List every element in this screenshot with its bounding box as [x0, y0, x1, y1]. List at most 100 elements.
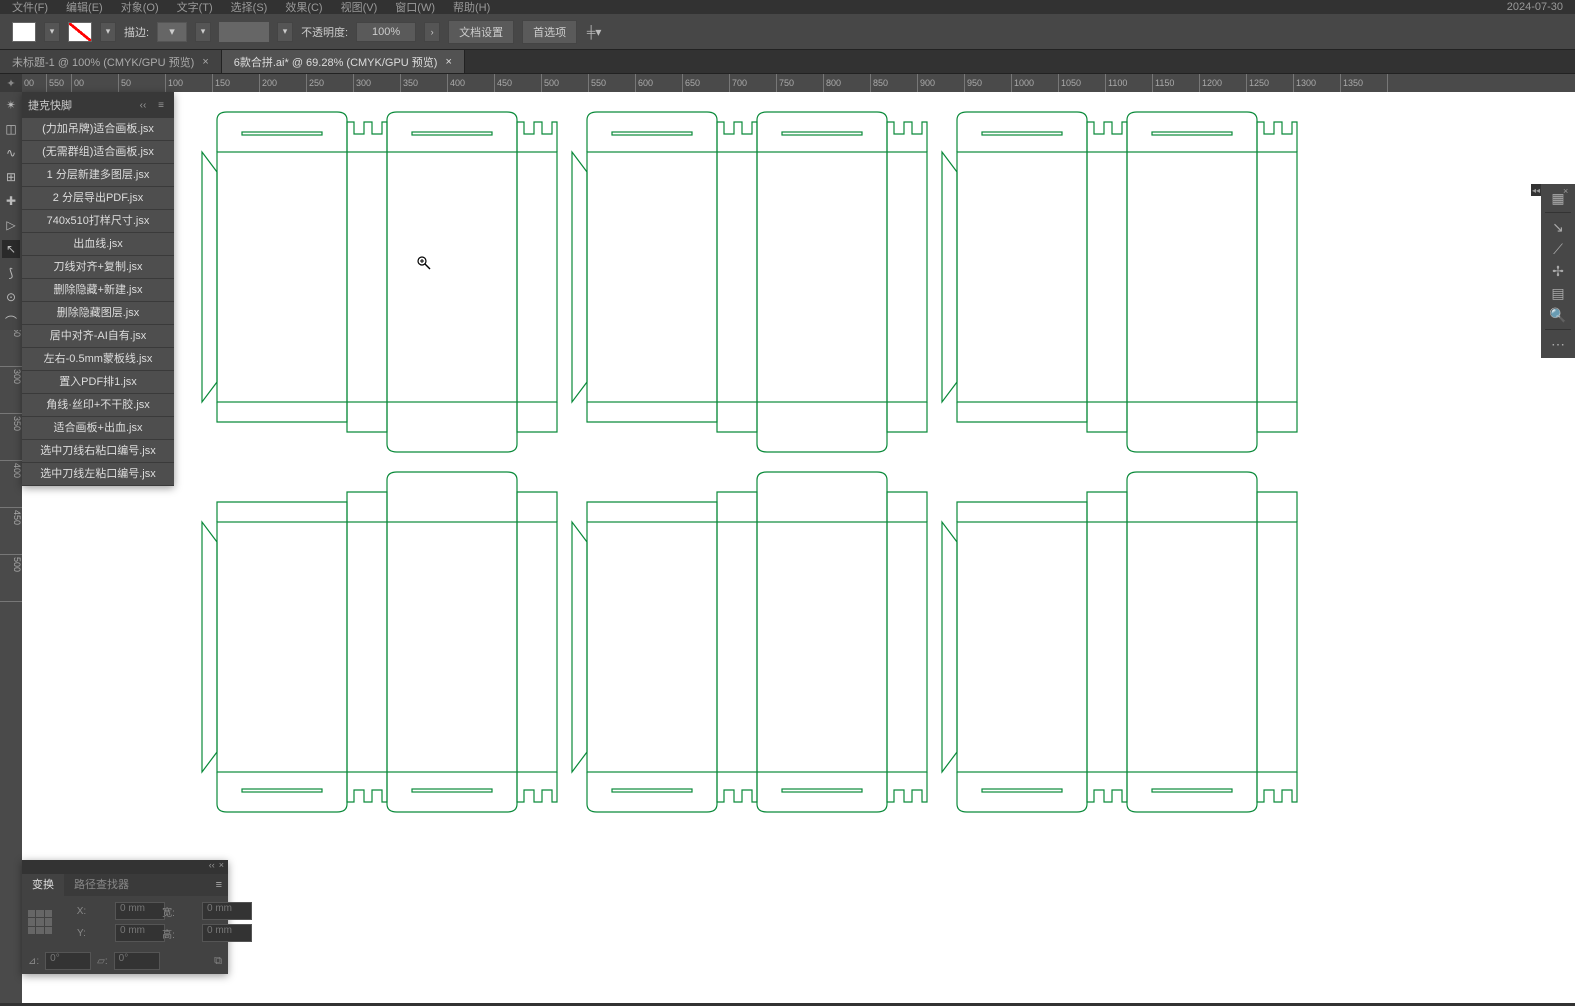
ruler-tick: 1100 — [1106, 74, 1153, 92]
ruler-tick: 1250 — [1247, 74, 1294, 92]
ruler-tick: 500 — [542, 74, 589, 92]
shear-input[interactable]: 0° — [114, 952, 160, 970]
ruler-tick: 1050 — [1059, 74, 1106, 92]
script-item[interactable]: 2 分层导出PDF.jsx — [22, 187, 174, 210]
shear-label: ▱: — [97, 956, 107, 967]
close-icon[interactable]: × — [219, 860, 224, 874]
horizontal-ruler[interactable]: 0055000501001502002503003504004505005506… — [22, 74, 1575, 92]
document-tabs: 未标题-1 @ 100% (CMYK/GPU 预览) × 6款合拼.ai* @ … — [0, 50, 1575, 74]
script-item[interactable]: 选中刀线左粘口编号.jsx — [22, 463, 174, 486]
stroke-weight[interactable]: ▾ — [157, 22, 187, 42]
menu-file[interactable]: 文件(F) — [12, 0, 48, 15]
preferences-button[interactable]: 首选项 — [522, 20, 577, 44]
opacity-value[interactable]: 100% — [356, 22, 416, 42]
reference-point[interactable] — [28, 910, 52, 934]
canvas[interactable] — [22, 92, 1575, 1003]
zoom-panel-icon[interactable]: 🔍 — [1545, 305, 1571, 325]
ruler-tick: 450 — [495, 74, 542, 92]
brush-dropdown[interactable]: ▾ — [277, 22, 293, 42]
tab-transform[interactable]: 变换 — [22, 874, 64, 896]
script-item[interactable]: 出血线.jsx — [22, 233, 174, 256]
ruler-tick: 550 — [589, 74, 636, 92]
document-tab-1[interactable]: 未标题-1 @ 100% (CMYK/GPU 预览) × — [0, 50, 222, 73]
more-icon[interactable]: ⋯ — [1545, 334, 1571, 354]
expand-panels-icon[interactable]: ◂◂ — [1531, 184, 1541, 196]
menu-edit[interactable]: 编辑(E) — [66, 0, 103, 15]
script-item[interactable]: 740x510打样尺寸.jsx — [22, 210, 174, 233]
collapse-icon[interactable]: ‹‹ — [209, 860, 215, 874]
ruler-tick: 850 — [871, 74, 918, 92]
menu-window[interactable]: 窗口(W) — [395, 0, 435, 15]
tool-icon[interactable]: ⊙ — [2, 288, 20, 306]
right-panel-dock: ▦ ↘ ⟋ ✢ ▤ 🔍 ⋯ — [1541, 184, 1575, 358]
script-item[interactable]: 刀线对齐+复制.jsx — [22, 256, 174, 279]
menu-help[interactable]: 帮助(H) — [453, 0, 490, 15]
play-icon[interactable]: ▷ — [2, 216, 20, 234]
tool-icon[interactable]: ⊞ — [2, 168, 20, 186]
tab-label: 6款合拼.ai* @ 69.28% (CMYK/GPU 预览) — [234, 54, 438, 70]
collapse-icon[interactable]: ‹‹ — [136, 98, 150, 112]
h-input[interactable]: 0 mm — [202, 924, 252, 942]
document-setup-button[interactable]: 文档设置 — [448, 20, 514, 44]
opacity-arrow[interactable]: › — [424, 22, 440, 42]
menu-select[interactable]: 选择(S) — [231, 0, 268, 15]
link-icon[interactable]: ⧉ — [214, 955, 222, 968]
script-list: (力加吊牌)适合画板.jsx(无需群组)适合画板.jsx1 分层新建多图层.js… — [22, 118, 174, 486]
tab-pathfinder[interactable]: 路径查找器 — [64, 874, 139, 896]
menu-icon[interactable]: ≡ — [154, 98, 168, 112]
close-icon[interactable]: × — [1563, 186, 1573, 196]
ruler-tick: 200 — [260, 74, 307, 92]
ruler-tick: 500 — [0, 555, 22, 602]
ruler-tick: 700 — [730, 74, 777, 92]
script-item[interactable]: 角线·丝印+不干胶.jsx — [22, 394, 174, 417]
main-area: ✦ 00550005010015020025030035040045050055… — [0, 74, 1575, 1003]
menu-view[interactable]: 视图(V) — [341, 0, 378, 15]
script-item[interactable]: (力加吊牌)适合画板.jsx — [22, 118, 174, 141]
plus-icon[interactable]: ✚ — [2, 192, 20, 210]
stroke-swatch-dropdown[interactable]: ▾ — [100, 22, 116, 42]
script-item[interactable]: 1 分层新建多图层.jsx — [22, 164, 174, 187]
tab-close-icon[interactable]: × — [445, 56, 451, 68]
align-icon[interactable]: ◫ — [2, 120, 20, 138]
w-input[interactable]: 0 mm — [202, 902, 252, 920]
arrow-icon[interactable]: ↖ — [2, 240, 20, 258]
brush-swatch[interactable] — [219, 22, 269, 42]
fill-swatch[interactable] — [12, 22, 36, 42]
script-item[interactable]: 删除隐藏图层.jsx — [22, 302, 174, 325]
panel-icon[interactable]: ✢ — [1545, 261, 1571, 281]
curve-icon[interactable]: ⌒ — [2, 312, 20, 330]
app-icon[interactable]: ✴ — [2, 96, 20, 114]
script-item[interactable]: 删除隐藏+新建.jsx — [22, 279, 174, 302]
document-tab-2[interactable]: 6款合拼.ai* @ 69.28% (CMYK/GPU 预览) × — [222, 50, 465, 73]
menu-effect[interactable]: 效果(C) — [285, 0, 322, 15]
ruler-tick: 1150 — [1153, 74, 1200, 92]
panel-icon[interactable]: ▤ — [1545, 283, 1571, 303]
ruler-origin[interactable]: ✦ — [0, 74, 22, 92]
ruler-tick: 350 — [401, 74, 448, 92]
panel-menu-icon[interactable]: ≡ — [210, 879, 228, 891]
panel-icon[interactable]: ⟋ — [1545, 239, 1571, 259]
stroke-weight-dropdown[interactable]: ▾ — [195, 22, 211, 42]
menu-type[interactable]: 文字(T) — [177, 0, 213, 15]
opacity-label: 不透明度: — [301, 24, 348, 40]
panel-header[interactable]: 捷克快脚 ‹‹ ≡ — [22, 92, 174, 118]
angle-input[interactable]: 0° — [45, 952, 91, 970]
tool-icon[interactable]: ∿ — [2, 144, 20, 162]
ruler-tick: 00 — [22, 74, 47, 92]
script-item[interactable]: 置入PDF排1.jsx — [22, 371, 174, 394]
script-panel: 捷克快脚 ‹‹ ≡ (力加吊牌)适合画板.jsx(无需群组)适合画板.jsx1 … — [22, 92, 174, 486]
script-item[interactable]: 左右-0.5mm蒙板线.jsx — [22, 348, 174, 371]
script-item[interactable]: 适合画板+出血.jsx — [22, 417, 174, 440]
panel-icon[interactable]: ↘ — [1545, 217, 1571, 237]
tab-close-icon[interactable]: × — [202, 56, 208, 68]
fill-dropdown[interactable]: ▾ — [44, 22, 60, 42]
menu-object[interactable]: 对象(O) — [121, 0, 159, 15]
tool-icon[interactable]: ⟆ — [2, 264, 20, 282]
ruler-tick: 300 — [354, 74, 401, 92]
script-item[interactable]: 居中对齐-AI自有.jsx — [22, 325, 174, 348]
script-item[interactable]: (无需群组)适合画板.jsx — [22, 141, 174, 164]
stroke-swatch[interactable] — [68, 22, 92, 42]
h-label: 高: — [139, 926, 198, 941]
align-icon[interactable]: ╪▾ — [585, 23, 603, 41]
script-item[interactable]: 选中刀线右粘口编号.jsx — [22, 440, 174, 463]
